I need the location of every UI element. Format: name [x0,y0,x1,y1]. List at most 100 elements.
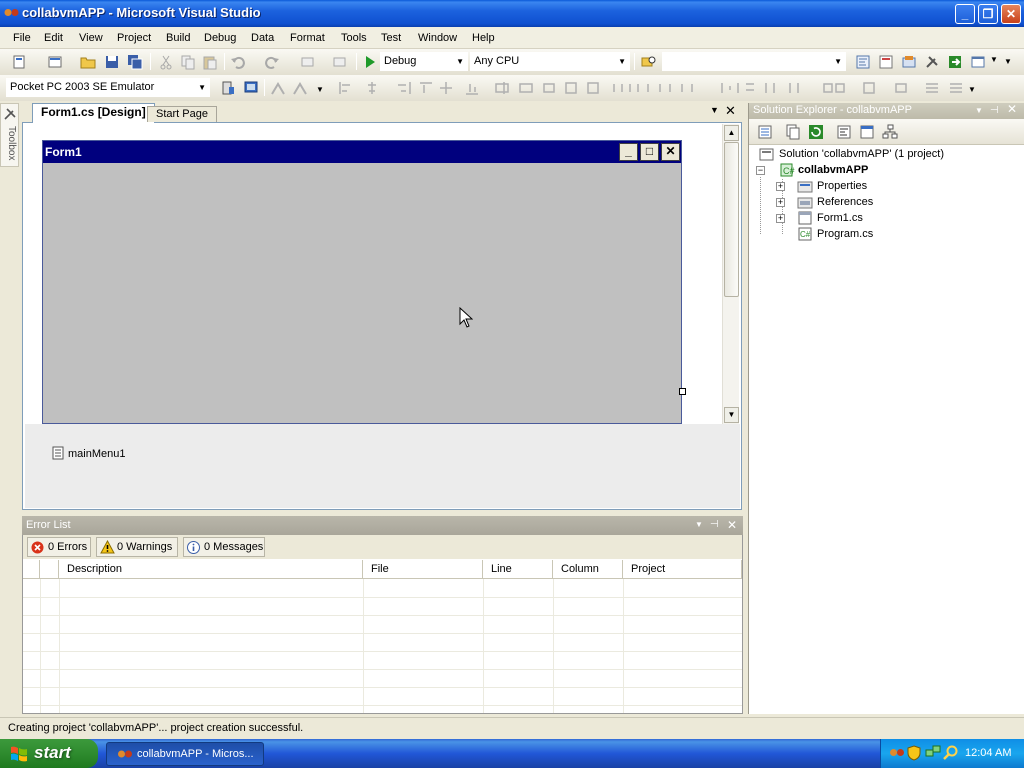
column-header-line[interactable]: Line [483,560,553,579]
refresh-icon[interactable] [808,124,824,140]
tree-item-properties[interactable]: Properties [817,178,867,194]
scroll-up-icon[interactable]: ▲ [724,125,739,141]
expand-references-icon[interactable]: + [776,198,785,207]
form1-caption[interactable]: Form1 [43,141,681,163]
menu-view[interactable]: View [78,31,104,45]
new-project-icon[interactable] [12,54,28,70]
view-designer-icon[interactable] [859,124,875,140]
open-folder-icon[interactable] [80,54,96,70]
close-button[interactable]: ✕ [1001,4,1021,24]
form-close-button[interactable]: ✕ [661,143,680,161]
tab-start-page[interactable]: Start Page [147,106,217,122]
solution-platform-dropdown[interactable]: Any CPU ▼ [470,52,630,71]
security-shield-icon[interactable] [907,745,921,761]
pin-icon[interactable]: ⊣ [990,103,999,118]
solution-explorer-icon[interactable] [855,54,871,70]
active-files-dropdown-icon[interactable]: ▼ [710,105,719,115]
column-header-icon[interactable] [23,560,40,579]
properties-window-icon[interactable] [878,54,894,70]
minimize-button[interactable]: _ [955,4,975,24]
menu-test[interactable]: Test [380,31,402,45]
messages-filter-button[interactable]: 0 Messages [183,537,265,557]
cut-icon[interactable] [158,54,174,70]
navigate-backward-icon[interactable] [300,54,316,70]
redo-icon[interactable] [264,54,280,70]
tree-project[interactable]: collabvmAPP [798,162,868,178]
column-header-file[interactable]: File [363,560,483,579]
restore-button[interactable]: ❐ [978,4,998,24]
undo-icon[interactable] [230,54,246,70]
copy-icon[interactable] [180,54,196,70]
main-menu-component[interactable]: mainMenu1 [68,448,125,460]
connect-device-icon[interactable] [243,80,259,96]
menu-edit[interactable]: Edit [43,31,64,45]
properties-icon[interactable] [757,124,773,140]
errors-filter-button[interactable]: 0 Errors [27,537,91,557]
warnings-filter-button[interactable]: 0 Warnings [96,537,178,557]
view-code-icon[interactable] [836,124,852,140]
format-buttons-icon[interactable] [270,80,322,96]
menu-project[interactable]: Project [116,31,152,45]
column-header-column[interactable]: Column [553,560,623,579]
device-options-icon[interactable] [220,80,236,96]
tab-form1-design[interactable]: Form1.cs [Design] [32,103,155,123]
tree-item-program[interactable]: Program.cs [817,226,873,242]
start-debugging-icon[interactable] [362,54,378,70]
solution-configuration-dropdown[interactable]: Debug ▼ [380,52,468,71]
column-header-number[interactable] [40,560,59,579]
vs-tray-icon[interactable] [889,746,905,759]
menu-help[interactable]: Help [471,31,496,45]
form1-window[interactable]: Form1 _ □ ✕ [42,140,682,424]
show-all-files-icon[interactable] [785,124,801,140]
toolbox-tab[interactable]: Toolbox [0,103,19,167]
close-icon[interactable]: ✕ [727,516,737,534]
navigate-forward-icon[interactable] [332,54,348,70]
menu-tools[interactable]: Tools [340,31,368,45]
menu-format[interactable]: Format [289,31,326,45]
search-icon[interactable] [943,745,959,761]
chevron-down-icon[interactable]: ▼ [316,85,324,94]
scroll-thumb[interactable] [724,142,739,297]
form-maximize-button[interactable]: □ [640,143,659,161]
close-icon[interactable]: ✕ [1007,102,1017,117]
toolbox-icon[interactable] [924,54,940,70]
pin-icon[interactable]: ⊣ [710,516,719,534]
menu-window[interactable]: Window [417,31,458,45]
expand-properties-icon[interactable]: + [776,182,785,191]
target-device-dropdown[interactable]: Pocket PC 2003 SE Emulator ▼ [6,78,210,97]
solution-explorer-header[interactable]: Solution Explorer - collabvmAPP ▼ ⊣ ✕ [749,102,1024,119]
close-document-icon[interactable]: ✕ [725,103,736,119]
paste-icon[interactable] [202,54,218,70]
tree-solution[interactable]: Solution 'collabvmAPP' (1 project) [779,146,944,162]
add-item-icon[interactable] [47,54,63,70]
toolbar-options-icon[interactable]: ▼ [1004,57,1012,66]
start-page-icon[interactable] [947,54,963,70]
tree-item-form1[interactable]: Form1.cs [817,210,863,226]
error-list-header[interactable]: Error List ▼ ⊣ ✕ [22,516,743,535]
alignment-buttons-icon[interactable] [336,80,972,96]
chevron-down-icon[interactable]: ▼ [975,103,983,118]
menu-build[interactable]: Build [165,31,191,45]
menu-data[interactable]: Data [250,31,275,45]
designer-vertical-scrollbar[interactable]: ▲ ▼ [722,124,739,424]
title-bar[interactable]: collabvmAPP - Microsoft Visual Studio _ … [0,0,1024,27]
menu-file[interactable]: File [12,31,32,45]
toolbar-options-icon[interactable]: ▼ [968,85,976,94]
start-button[interactable]: start [0,739,98,768]
column-header-project[interactable]: Project [623,560,742,579]
menu-debug[interactable]: Debug [203,31,237,45]
object-browser-icon[interactable] [901,54,917,70]
view-class-diagram-icon[interactable] [882,124,898,140]
taskbar-button-visual-studio[interactable]: collabvmAPP - Micros... [106,742,264,766]
find-in-files-icon[interactable] [641,54,657,70]
chevron-down-icon[interactable]: ▼ [695,516,703,534]
other-windows-icon[interactable] [970,54,986,70]
resize-handle[interactable] [679,388,686,395]
save-icon[interactable] [104,54,120,70]
expand-form1-icon[interactable]: + [776,214,785,223]
save-all-icon[interactable] [127,54,143,70]
scroll-down-icon[interactable]: ▼ [724,407,739,423]
column-header-description[interactable]: Description [59,560,363,579]
tree-item-references[interactable]: References [817,194,873,210]
chevron-down-icon[interactable]: ▼ [990,55,998,64]
